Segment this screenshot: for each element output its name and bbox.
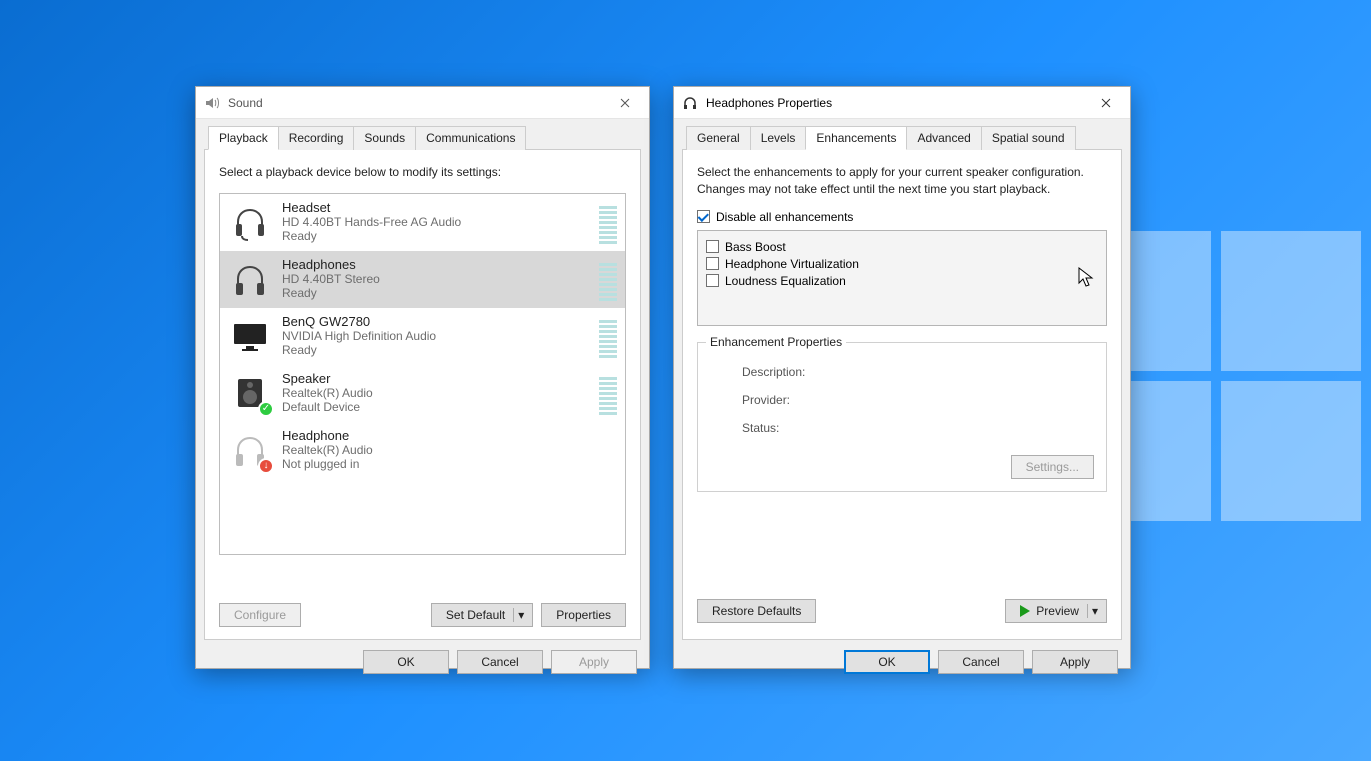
- props-instruction: Select the enhancements to apply for you…: [697, 164, 1107, 198]
- preview-label: Preview: [1036, 604, 1079, 618]
- device-sub: HD 4.40BT Hands-Free AG Audio: [282, 215, 593, 229]
- down-badge-icon: [258, 458, 274, 474]
- ok-button[interactable]: OK: [844, 650, 930, 674]
- tab-general[interactable]: General: [686, 126, 751, 150]
- vu-meter: [599, 200, 617, 244]
- restore-defaults-button[interactable]: Restore Defaults: [697, 599, 816, 623]
- sound-titlebar[interactable]: Sound: [196, 87, 649, 119]
- sound-tabpane: Select a playback device below to modify…: [204, 150, 641, 640]
- device-status: Ready: [282, 286, 593, 300]
- headphones-properties-dialog: Headphones Properties General Levels Enh…: [673, 86, 1131, 669]
- props-footer: OK Cancel Apply: [674, 640, 1130, 684]
- enhancement-label: Loudness Equalization: [725, 274, 846, 288]
- enhancement-label: Headphone Virtualization: [725, 257, 859, 271]
- enhancement-label: Bass Boost: [725, 240, 786, 254]
- device-row[interactable]: Speaker Realtek(R) Audio Default Device: [220, 365, 625, 422]
- chevron-down-icon[interactable]: ▾: [1087, 604, 1102, 618]
- disable-all-label: Disable all enhancements: [716, 210, 853, 224]
- device-name: Headphones: [282, 257, 593, 272]
- provider-label: Provider:: [742, 393, 832, 407]
- sound-tabs: Playback Recording Sounds Communications: [204, 125, 641, 150]
- device-name: Speaker: [282, 371, 593, 386]
- enhancement-checkbox[interactable]: [706, 257, 719, 270]
- set-default-label: Set Default: [446, 608, 505, 622]
- props-tabpane: Select the enhancements to apply for you…: [682, 150, 1122, 640]
- tab-sounds[interactable]: Sounds: [353, 126, 416, 150]
- close-button[interactable]: [603, 88, 647, 118]
- device-status: Ready: [282, 229, 593, 243]
- status-label: Status:: [742, 421, 832, 435]
- close-button[interactable]: [1084, 88, 1128, 118]
- tab-recording[interactable]: Recording: [278, 126, 355, 150]
- cancel-button[interactable]: Cancel: [457, 650, 543, 674]
- description-label: Description:: [742, 365, 832, 379]
- device-name: Headphone: [282, 428, 593, 443]
- enhancement-row[interactable]: Headphone Virtualization: [706, 257, 1098, 271]
- enhancement-checkbox[interactable]: [706, 274, 719, 287]
- speaker-icon: [228, 371, 272, 415]
- device-status: Default Device: [282, 400, 593, 414]
- device-row[interactable]: Headset HD 4.40BT Hands-Free AG Audio Re…: [220, 194, 625, 251]
- enhancement-properties-group: Enhancement Properties Description: Prov…: [697, 342, 1107, 492]
- device-list[interactable]: Headset HD 4.40BT Hands-Free AG Audio Re…: [219, 193, 626, 555]
- configure-button[interactable]: Configure: [219, 603, 301, 627]
- sound-footer: OK Cancel Apply: [196, 640, 649, 684]
- device-sub: Realtek(R) Audio: [282, 443, 593, 457]
- apply-button[interactable]: Apply: [551, 650, 637, 674]
- vu-meter: [599, 428, 617, 472]
- sound-instruction: Select a playback device below to modify…: [219, 164, 626, 181]
- vu-meter: [599, 314, 617, 358]
- device-sub: Realtek(R) Audio: [282, 386, 593, 400]
- headphones-icon: [682, 95, 698, 111]
- vu-meter: [599, 371, 617, 415]
- disable-all-checkbox[interactable]: [697, 210, 710, 223]
- props-title: Headphones Properties: [706, 96, 1084, 110]
- device-status: Not plugged in: [282, 457, 593, 471]
- settings-button[interactable]: Settings...: [1011, 455, 1094, 479]
- device-row[interactable]: Headphones HD 4.40BT Stereo Ready: [220, 251, 625, 308]
- check-badge-icon: [258, 401, 274, 417]
- headphones-icon: [228, 257, 272, 301]
- preview-button[interactable]: Preview ▾: [1005, 599, 1107, 623]
- device-name: BenQ GW2780: [282, 314, 593, 329]
- props-tabs: General Levels Enhancements Advanced Spa…: [682, 125, 1122, 150]
- tab-enhancements[interactable]: Enhancements: [805, 126, 907, 150]
- sound-dialog: Sound Playback Recording Sounds Communic…: [195, 86, 650, 669]
- tab-playback[interactable]: Playback: [208, 126, 279, 150]
- enhancements-list[interactable]: Bass Boost Headphone Virtualization Loud…: [697, 230, 1107, 326]
- tab-spatial-sound[interactable]: Spatial sound: [981, 126, 1076, 150]
- enhancement-checkbox[interactable]: [706, 240, 719, 253]
- device-status: Ready: [282, 343, 593, 357]
- speaker-icon: [204, 95, 220, 111]
- disable-all-row[interactable]: Disable all enhancements: [697, 210, 1107, 224]
- device-row[interactable]: BenQ GW2780 NVIDIA High Definition Audio…: [220, 308, 625, 365]
- sound-title: Sound: [228, 96, 603, 110]
- chevron-down-icon[interactable]: ▾: [513, 608, 528, 622]
- tab-advanced[interactable]: Advanced: [906, 126, 981, 150]
- device-row[interactable]: Headphone Realtek(R) Audio Not plugged i…: [220, 422, 625, 479]
- vu-meter: [599, 257, 617, 301]
- properties-button[interactable]: Properties: [541, 603, 626, 627]
- group-title: Enhancement Properties: [706, 335, 846, 349]
- ok-button[interactable]: OK: [363, 650, 449, 674]
- monitor-icon: [228, 314, 272, 358]
- device-name: Headset: [282, 200, 593, 215]
- enhancement-row[interactable]: Bass Boost: [706, 240, 1098, 254]
- tab-levels[interactable]: Levels: [750, 126, 807, 150]
- play-icon: [1020, 605, 1030, 617]
- device-sub: HD 4.40BT Stereo: [282, 272, 593, 286]
- set-default-button[interactable]: Set Default ▾: [431, 603, 533, 627]
- props-titlebar[interactable]: Headphones Properties: [674, 87, 1130, 119]
- headphones-icon: [228, 428, 272, 472]
- headset-icon: [228, 200, 272, 244]
- cancel-button[interactable]: Cancel: [938, 650, 1024, 674]
- device-sub: NVIDIA High Definition Audio: [282, 329, 593, 343]
- tab-communications[interactable]: Communications: [415, 126, 526, 150]
- apply-button[interactable]: Apply: [1032, 650, 1118, 674]
- enhancement-row[interactable]: Loudness Equalization: [706, 274, 1098, 288]
